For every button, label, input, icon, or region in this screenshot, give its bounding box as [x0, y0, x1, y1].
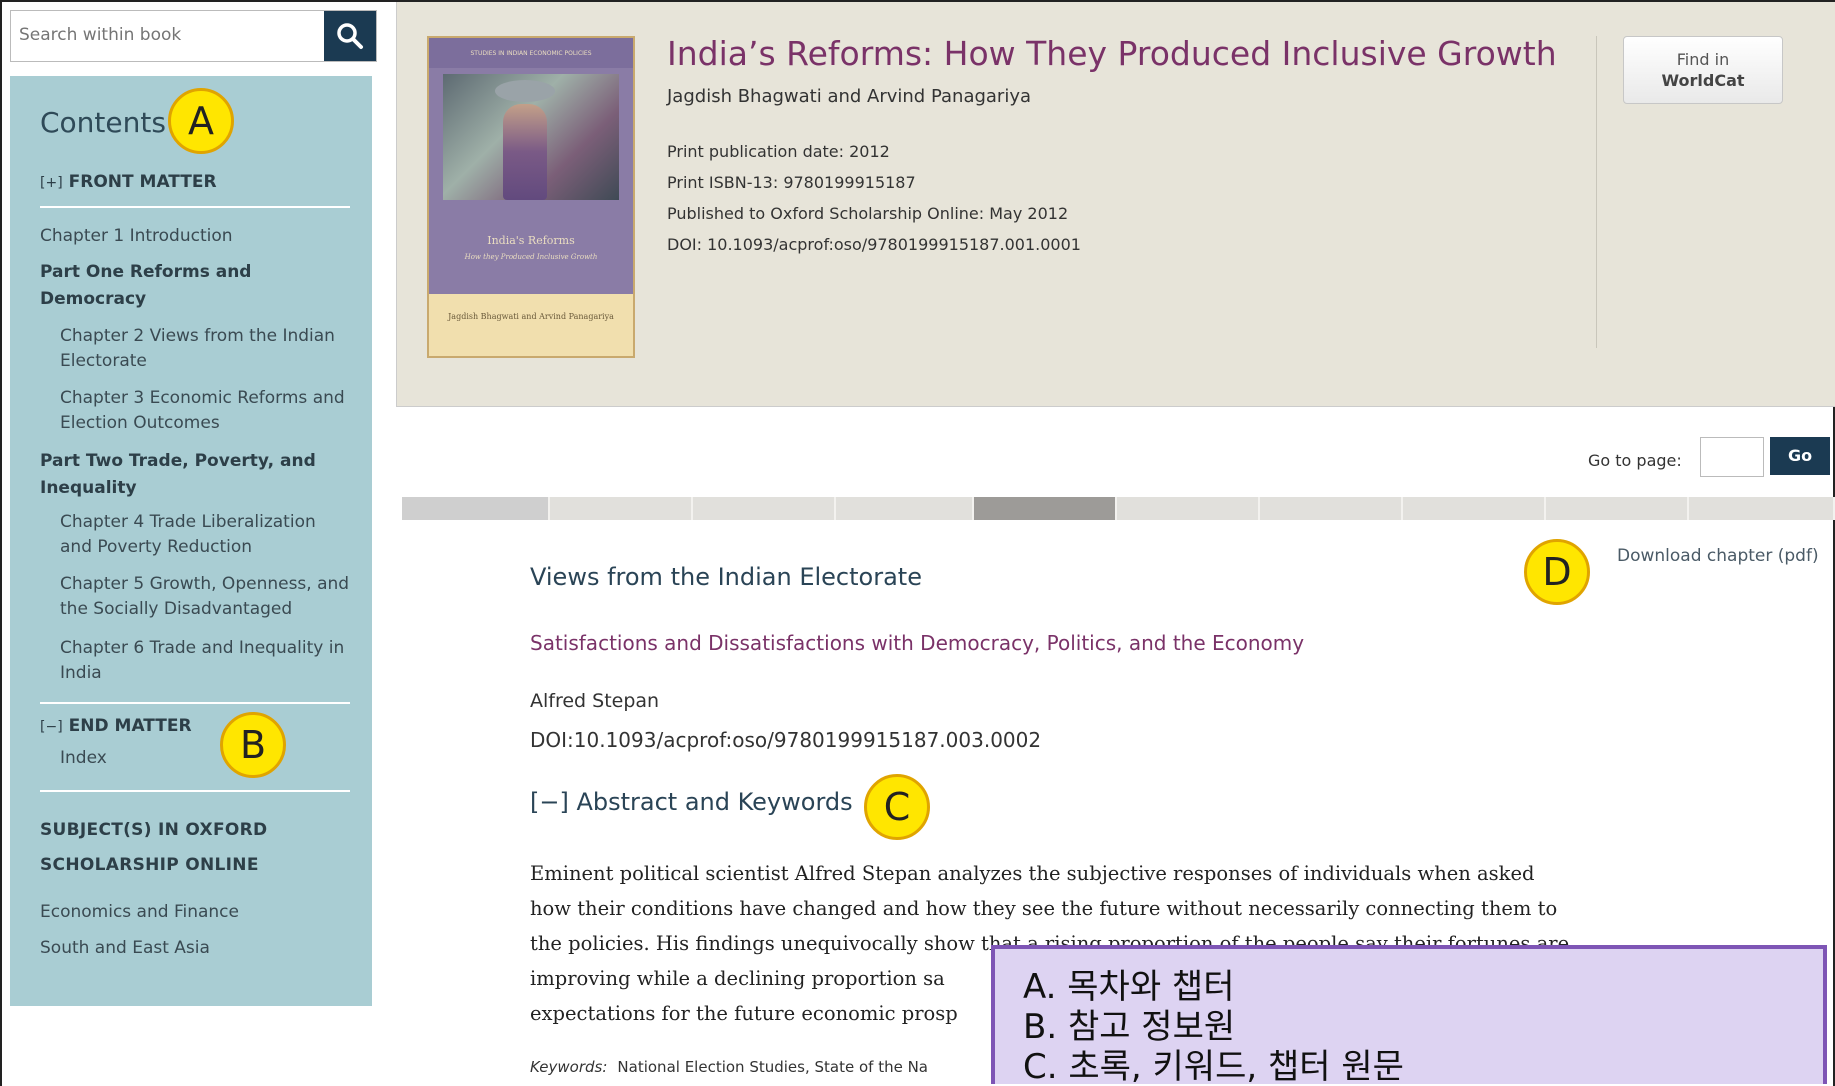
end-matter-label: END MATTER: [68, 716, 192, 736]
cover-series: STUDIES IN INDIAN ECONOMIC POLICIES: [470, 50, 592, 57]
contents-heading: Contents: [40, 106, 166, 139]
front-matter-toggle[interactable]: [+] FRONT MATTER: [40, 172, 217, 192]
search-box: [10, 10, 377, 62]
toc-chapter-3[interactable]: Chapter 3 Economic Reforms and Election …: [60, 386, 350, 436]
progress-segment[interactable]: [1689, 497, 1835, 520]
abstract-line: Eminent political scientist Alfred Stepa…: [530, 862, 1535, 885]
cover-series-band: STUDIES IN INDIAN ECONOMIC POLICIES: [429, 38, 633, 68]
progress-segment[interactable]: [693, 497, 836, 520]
contents-sidebar: Contents [+] FRONT MATTER Chapter 1 Intro…: [10, 76, 372, 1006]
cover-title: India's Reforms How they Produced Inclus…: [439, 234, 623, 261]
book-doi: DOI: 10.1093/acprof:oso/9780199915187.00…: [667, 235, 1081, 254]
toc-chapter-4[interactable]: Chapter 4 Trade Liberalization and Pover…: [60, 510, 350, 560]
toc-part-one[interactable]: Part One Reforms and Democracy: [40, 259, 350, 313]
worldcat-line-2: WorldCat: [1661, 71, 1745, 90]
keywords-line: Keywords: National Election Studies, Stat…: [530, 1058, 928, 1076]
progress-segment[interactable]: [550, 497, 693, 520]
progress-segment[interactable]: [1260, 497, 1403, 520]
cover-subtitle: How they Produced Inclusive Growth: [464, 253, 598, 261]
divider: [40, 702, 350, 704]
collapse-toggle: [−]: [40, 719, 63, 735]
search-input[interactable]: [11, 11, 337, 59]
divider: [40, 790, 350, 792]
progress-segment[interactable]: [836, 497, 974, 520]
annotation-marker-b: B: [220, 712, 286, 778]
chapter-title: Views from the Indian Electorate: [530, 563, 922, 591]
progress-segment[interactable]: [1117, 497, 1260, 520]
book-authors: Jagdish Bhagwati and Arvind Panagariya: [667, 86, 1032, 107]
subject-link[interactable]: Economics and Finance: [40, 900, 350, 925]
progress-segment[interactable]: [1546, 497, 1689, 520]
annotation-marker-c: C: [864, 774, 930, 840]
cover-editors: Jagdish Bhagwati and Arvind Panagariya: [448, 312, 614, 321]
legend-item-c: C. 초록, 키워드, 챕터 원문: [1023, 1047, 1404, 1084]
go-to-page-label: Go to page:: [1588, 451, 1682, 470]
toc-part-two[interactable]: Part Two Trade, Poverty, and Inequality: [40, 448, 350, 502]
divider: [1596, 36, 1597, 348]
progress-segment[interactable]: [402, 497, 550, 520]
annotation-legend: A. 목차와 챕터 B. 참고 정보원 C. 초록, 키워드, 챕터 원문: [991, 945, 1827, 1084]
toc-chapter-1[interactable]: Chapter 1 Introduction: [40, 224, 350, 249]
toc-chapter-5[interactable]: Chapter 5 Growth, Openness, and the Soci…: [60, 572, 350, 622]
legend-item-a: A. 목차와 챕터: [1023, 967, 1235, 1007]
subjects-heading-line-1: SUBJECT(S) IN OXFORD: [40, 820, 268, 840]
chapter-subtitle: Satisfactions and Dissatisfactions with …: [530, 631, 1305, 655]
book-cover: STUDIES IN INDIAN ECONOMIC POLICIES Indi…: [427, 36, 635, 358]
subjects-heading-line-2: SCHOLARSHIP ONLINE: [40, 855, 259, 875]
keywords-label: Keywords:: [530, 1058, 608, 1076]
online-publication: Published to Oxford Scholarship Online: …: [667, 204, 1069, 223]
cover-photo: [443, 74, 619, 200]
find-in-worldcat-button[interactable]: Find in WorldCat: [1623, 36, 1783, 104]
annotation-marker-a: A: [168, 88, 234, 154]
chapter-progress-bar: [402, 497, 1835, 520]
go-button[interactable]: Go: [1770, 437, 1830, 475]
progress-segment-current[interactable]: [974, 497, 1117, 520]
abstract-keywords-toggle[interactable]: [−] Abstract and Keywords: [530, 788, 853, 816]
legend-item-b: B. 참고 정보원: [1023, 1007, 1236, 1047]
search-button[interactable]: [324, 11, 376, 61]
go-to-page-input[interactable]: [1700, 437, 1764, 477]
progress-segment[interactable]: [1403, 497, 1546, 520]
end-matter-toggle[interactable]: [−] END MATTER: [40, 716, 192, 736]
book-title[interactable]: India’s Reforms: How They Produced Inclu…: [667, 34, 1557, 73]
worldcat-line-1: Find in: [1676, 50, 1730, 69]
expand-toggle: [+]: [40, 175, 63, 191]
search-icon: [337, 23, 363, 49]
keywords-text: National Election Studies, State of the …: [617, 1058, 928, 1076]
print-isbn: Print ISBN-13: 9780199915187: [667, 173, 916, 192]
front-matter-label: FRONT MATTER: [68, 172, 217, 192]
annotation-marker-d: D: [1524, 539, 1590, 605]
abstract-line: how their conditions have changed and ho…: [530, 897, 1558, 920]
book-header: STUDIES IN INDIAN ECONOMIC POLICIES Indi…: [396, 2, 1835, 407]
cover-title-text: India's Reforms: [487, 234, 575, 247]
subject-link[interactable]: South and East Asia: [40, 936, 350, 961]
toc-chapter-6[interactable]: Chapter 6 Trade and Inequality in India: [60, 636, 350, 686]
print-date: Print publication date: 2012: [667, 142, 890, 161]
chapter-doi: DOI:10.1093/acprof:oso/9780199915187.003…: [530, 728, 1042, 752]
cover-bottom-band: Jagdish Bhagwati and Arvind Panagariya: [429, 294, 633, 356]
divider: [40, 206, 350, 208]
download-chapter-pdf-link[interactable]: Download chapter (pdf): [1617, 546, 1819, 566]
toc-chapter-2[interactable]: Chapter 2 Views from the Indian Electora…: [60, 324, 350, 374]
chapter-author: Alfred Stepan: [530, 690, 660, 712]
toc-index[interactable]: Index: [60, 746, 350, 771]
